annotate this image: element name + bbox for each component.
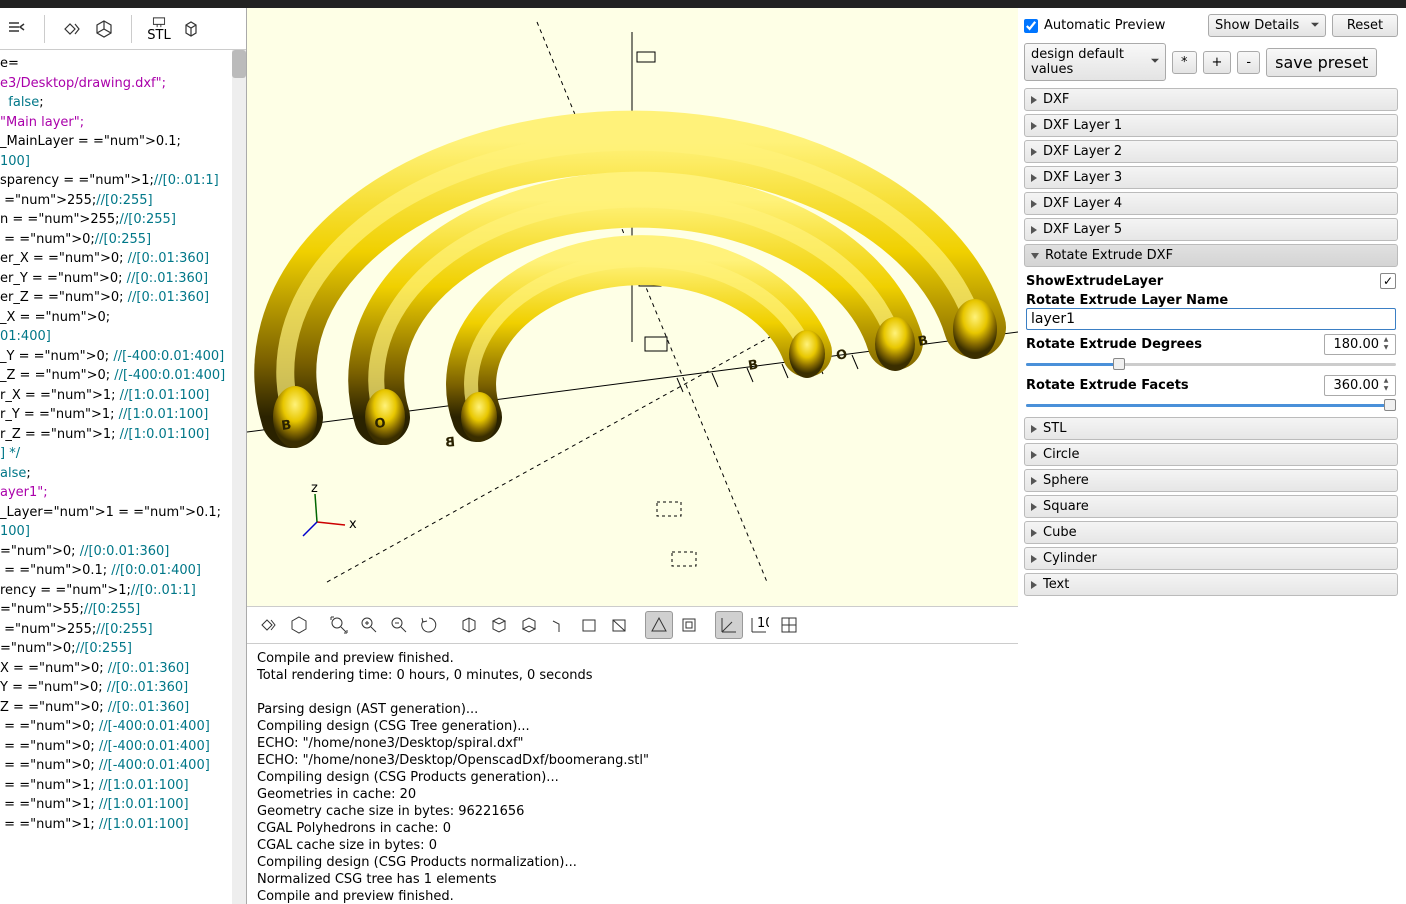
rotate-extrude-layer-name-input[interactable] [1026,308,1396,330]
automatic-preview-label: Automatic Preview [1044,18,1165,33]
zoom-fit-icon[interactable] [325,611,353,639]
accordion-text[interactable]: Text [1024,573,1398,596]
accordion-sphere[interactable]: Sphere [1024,469,1398,492]
rotate-extrude-degrees-input[interactable]: 180.00▲▼ [1324,334,1396,355]
axes-icon[interactable] [715,611,743,639]
rotate-extrude-facets-slider[interactable] [1026,400,1396,410]
console-output[interactable]: Compile and preview finished. Total rend… [247,644,1018,904]
perspective-icon[interactable] [645,611,673,639]
svg-text:z: z [311,481,318,496]
show-details-select[interactable]: Show Details [1208,14,1326,37]
accordion-dxf-layer-1[interactable]: DXF Layer 1 [1024,114,1398,137]
show-extrude-layer-label: ShowExtrudeLayer [1026,274,1163,289]
accordion-dxf-layer-2[interactable]: DXF Layer 2 [1024,140,1398,163]
indent-icon[interactable] [6,16,28,42]
editor-toolbar: STL [0,8,246,50]
accordion-dxf-layer-4[interactable]: DXF Layer 4 [1024,192,1398,215]
view-bottom-icon[interactable] [515,611,543,639]
rotate-extrude-degrees-label: Rotate Extrude Degrees [1026,337,1202,352]
view-left-icon[interactable] [545,611,573,639]
orthographic-icon[interactable] [675,611,703,639]
save-preset-button[interactable]: save preset [1266,48,1377,77]
export-box-icon[interactable] [180,16,202,42]
accordion-rotate-extrude-dxf[interactable]: Rotate Extrude DXF [1024,244,1398,267]
code-editor[interactable]: e=e3/Desktop/drawing.dxf"; false;"Main l… [0,50,246,904]
view-right-icon[interactable] [455,611,483,639]
svg-text:B: B [280,418,292,434]
show-extrude-layer-checkbox[interactable]: ✓ [1380,273,1396,289]
svg-text:B: B [917,333,930,350]
rotate-extrude-panel: ShowExtrudeLayer ✓ Rotate Extrude Layer … [1024,269,1398,414]
automatic-preview-checkbox[interactable] [1024,19,1038,33]
svg-text:O: O [374,416,387,432]
preset-add-button[interactable]: + [1203,51,1232,74]
preview-icon[interactable] [61,16,83,42]
preset-star-button[interactable]: * [1172,51,1197,74]
view-top-icon[interactable] [485,611,513,639]
rotate-extrude-layer-name-label: Rotate Extrude Layer Name [1026,293,1396,308]
zoom-in-icon[interactable] [355,611,383,639]
preset-remove-button[interactable]: - [1237,51,1260,74]
preview-icon[interactable] [255,611,283,639]
rotate-extrude-degrees-slider[interactable] [1026,359,1396,369]
accordion-dxf-layer-3[interactable]: DXF Layer 3 [1024,166,1398,189]
3d-viewport[interactable]: B O B B O B x z [247,8,1018,606]
accordion-dxf[interactable]: DXF [1024,88,1398,111]
viewport-toolbar: 10 [247,606,1018,644]
export-stl-icon[interactable]: STL [148,16,170,42]
reset-view-icon[interactable] [415,611,443,639]
accordion-circle[interactable]: Circle [1024,443,1398,466]
svg-text:10: 10 [757,616,769,631]
rotate-extrude-facets-label: Rotate Extrude Facets [1026,378,1189,393]
svg-text:B: B [445,435,456,451]
accordion-stl[interactable]: STL [1024,417,1398,440]
crosshair-icon[interactable] [775,611,803,639]
reset-button[interactable]: Reset [1332,14,1398,37]
render-icon[interactable] [285,611,313,639]
rotate-extrude-facets-input[interactable]: 360.00▲▼ [1324,375,1396,396]
view-back-icon[interactable] [605,611,633,639]
view-front-icon[interactable] [575,611,603,639]
svg-text:B: B [747,357,759,373]
accordion-square[interactable]: Square [1024,495,1398,518]
svg-text:O: O [835,347,849,364]
preset-select[interactable]: design default values [1024,43,1166,81]
scale-axes-icon[interactable]: 10 [745,611,773,639]
accordion-cube[interactable]: Cube [1024,521,1398,544]
customizer-panel: Automatic Preview Show Details Reset des… [1018,8,1406,904]
accordion-cylinder[interactable]: Cylinder [1024,547,1398,570]
accordion-dxf-layer-5[interactable]: DXF Layer 5 [1024,218,1398,241]
svg-text:x: x [349,517,357,532]
render-icon[interactable] [93,16,115,42]
zoom-out-icon[interactable] [385,611,413,639]
